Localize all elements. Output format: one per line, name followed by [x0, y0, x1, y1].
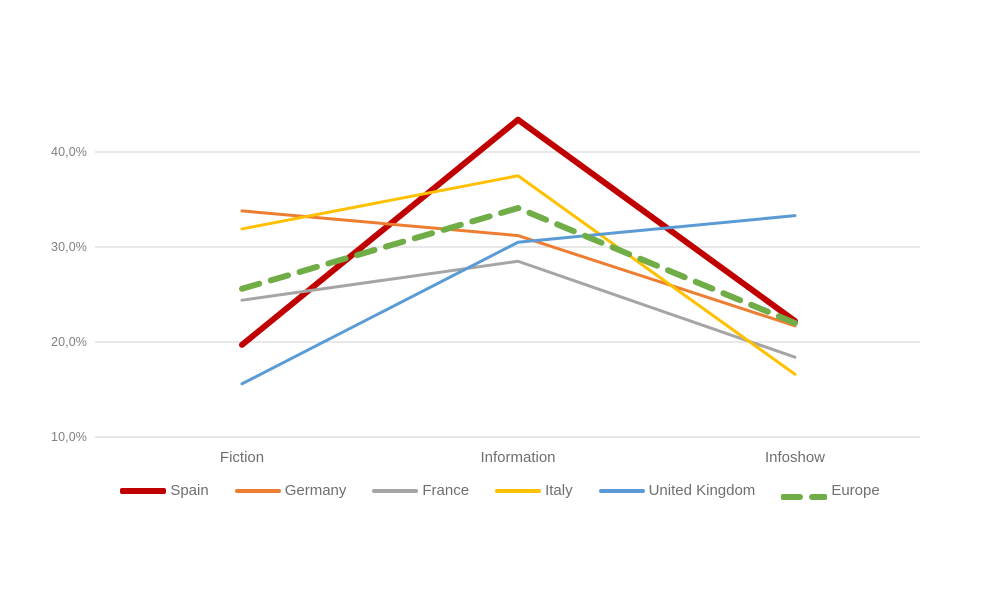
- legend-item-label: Europe: [831, 482, 880, 499]
- y-axis-tick-label: 40,0%: [51, 145, 87, 159]
- line-chart: 40,0% 30,0% 20,0% 10,0% Fiction Information I…: [0, 0, 1000, 600]
- legend-item-label: Germany: [284, 482, 347, 499]
- legend-item-spain[interactable]: Spain: [120, 482, 209, 499]
- y-axis-tick-label: 10,0%: [51, 430, 87, 444]
- legend-item-united-kingdom[interactable]: United Kingdom: [598, 482, 756, 499]
- legend-swatch-icon: [598, 488, 645, 493]
- legend-swatch-icon: [234, 488, 281, 493]
- legend-item-label: United Kingdom: [648, 482, 756, 499]
- legend-item-label: Italy: [545, 482, 573, 499]
- plot-area: [95, 116, 920, 438]
- legend-swatch-icon: [372, 488, 419, 493]
- series-lines: [239, 116, 798, 386]
- legend-item-label: Spain: [170, 482, 209, 499]
- legend-item-europe[interactable]: Europe: [780, 482, 880, 500]
- legend-item-france[interactable]: France: [372, 482, 469, 499]
- legend-item-germany[interactable]: Germany: [234, 482, 347, 499]
- y-axis-tick-label: 30,0%: [51, 240, 87, 254]
- series-line-germany: [240, 209, 797, 328]
- legend-swatch-icon: [120, 487, 167, 494]
- legend-swatch-icon: [780, 488, 829, 500]
- x-axis-category-label: Information: [480, 449, 556, 466]
- chart-legend: Spain Germany France Italy United Kingdom Eur…: [0, 482, 1000, 500]
- x-axis-category-label: Infoshow: [764, 449, 826, 466]
- legend-swatch-icon: [495, 488, 542, 493]
- legend-item-italy[interactable]: Italy: [495, 482, 573, 499]
- series-line-europe: [239, 205, 798, 326]
- gridlines: [95, 151, 920, 438]
- y-axis-tick-label: 20,0%: [51, 335, 87, 349]
- x-axis-category-label: Fiction: [219, 449, 265, 466]
- legend-item-label: France: [422, 482, 470, 499]
- series-line-spain: [239, 116, 798, 348]
